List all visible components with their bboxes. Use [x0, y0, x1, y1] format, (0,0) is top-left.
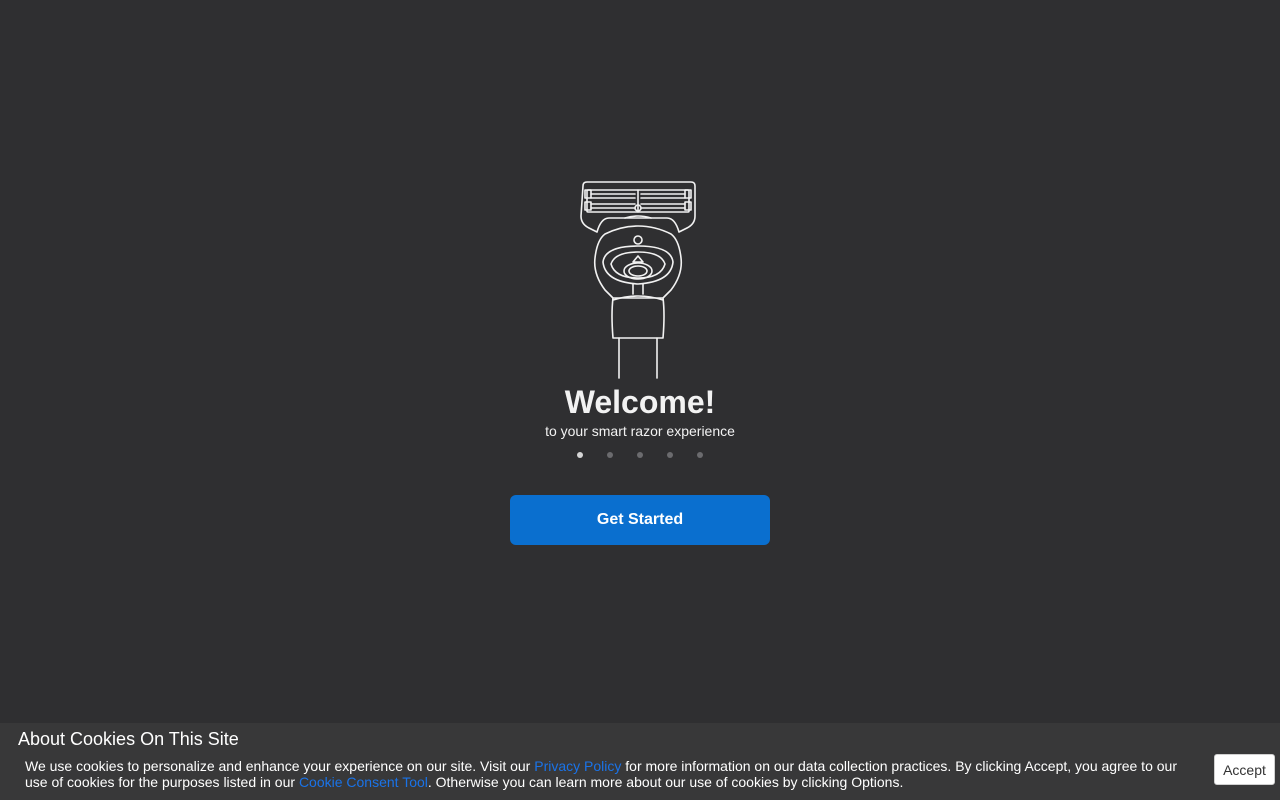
pager-dot-1[interactable] [577, 452, 583, 458]
cookie-text-part-1: We use cookies to personalize and enhanc… [25, 758, 535, 774]
accept-cookies-button[interactable]: Accept [1214, 754, 1275, 785]
welcome-subtitle: to your smart razor experience [545, 423, 735, 439]
pager-dot-3[interactable] [637, 452, 643, 458]
cookie-banner-text: We use cookies to personalize and enhanc… [25, 758, 1195, 790]
onboarding-pager [575, 452, 705, 460]
get-started-button[interactable]: Get Started [510, 495, 770, 545]
cookie-banner-title: About Cookies On This Site [18, 729, 239, 749]
welcome-title: Welcome! [564, 384, 716, 420]
welcome-screen: Welcome! to your smart razor experience … [0, 0, 1280, 800]
smart-razor-icon [580, 181, 696, 379]
cookie-consent-tool-link[interactable]: Cookie Consent Tool [299, 774, 428, 790]
pager-dot-2[interactable] [607, 452, 613, 458]
cookie-text-part-3: . Otherwise you can learn more about our… [427, 774, 904, 790]
pager-dot-4[interactable] [667, 452, 673, 458]
privacy-policy-link[interactable]: Privacy Policy [534, 758, 621, 774]
cookie-banner: About Cookies On This Site We use cookie… [0, 723, 1280, 800]
pager-dot-5[interactable] [697, 452, 703, 458]
